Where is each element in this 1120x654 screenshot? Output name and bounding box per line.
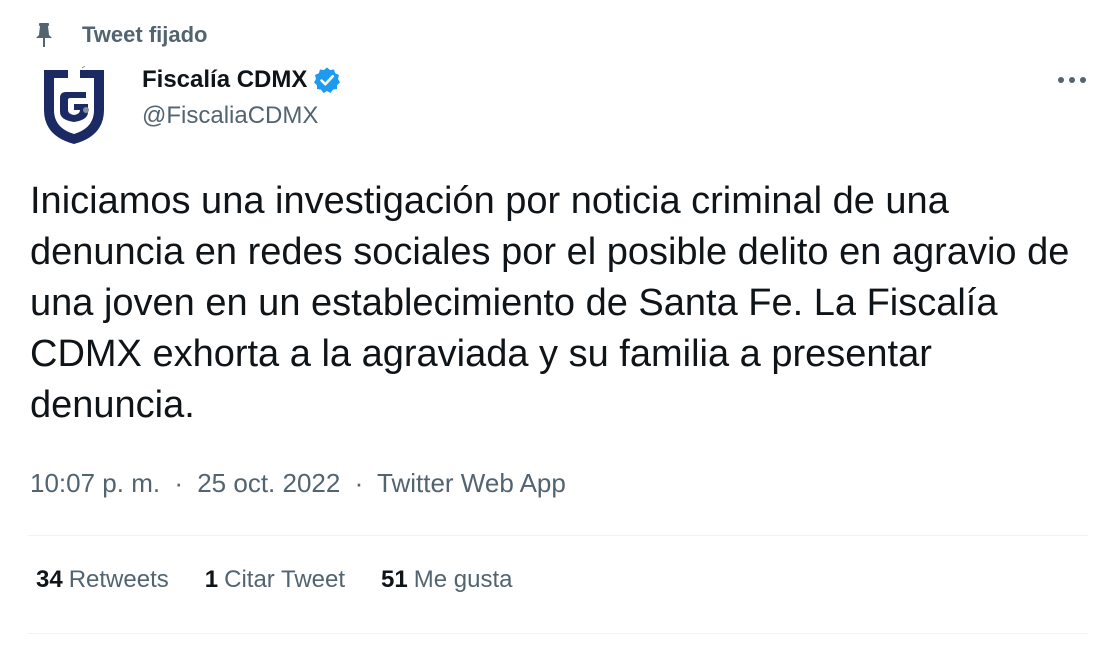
fgj-logo	[44, 65, 104, 144]
pinned-label: Tweet fijado	[82, 22, 208, 47]
author-block: Fiscalía CDMX @FiscaliaCDMX	[142, 62, 341, 130]
retweets-count: 34	[36, 566, 63, 593]
likes-label: Me gusta	[413, 566, 513, 593]
verified-badge-icon	[313, 66, 341, 94]
tweet-source[interactable]: Twitter Web App	[377, 468, 566, 498]
quotes-label: Citar Tweet	[224, 566, 346, 593]
meta-separator: ·	[354, 468, 364, 498]
tweet-meta: 10:07 p. m. · 25 oct. 2022 · Twitter Web…	[30, 468, 566, 499]
quotes-stat[interactable]: 1 Citar Tweet	[205, 566, 345, 594]
likes-stat[interactable]: 51 Me gusta	[381, 566, 512, 594]
avatar[interactable]	[38, 65, 110, 146]
meta-separator: ·	[174, 468, 183, 498]
pin-icon	[32, 20, 56, 50]
divider	[28, 535, 1088, 536]
tweet-text: Iniciamos una investigación por noticia …	[30, 180, 1070, 426]
tweet-timestamp[interactable]: 10:07 p. m.	[30, 468, 160, 498]
pinned-indicator: Tweet fijado	[32, 20, 208, 50]
ellipsis-icon	[1058, 77, 1086, 83]
author-handle[interactable]: @FiscaliaCDMX	[142, 102, 341, 130]
divider	[28, 633, 1088, 634]
tweet-date[interactable]: 25 oct. 2022	[197, 468, 340, 498]
likes-count: 51	[381, 566, 408, 593]
engagement-stats: 34 Retweets 1 Citar Tweet 51 Me gusta	[36, 566, 548, 594]
more-options-button[interactable]	[1050, 62, 1094, 98]
retweets-label: Retweets	[68, 566, 169, 593]
author-display-name[interactable]: Fiscalía CDMX	[142, 66, 307, 94]
quotes-count: 1	[204, 566, 219, 593]
retweets-stat[interactable]: 34 Retweets	[36, 566, 169, 594]
